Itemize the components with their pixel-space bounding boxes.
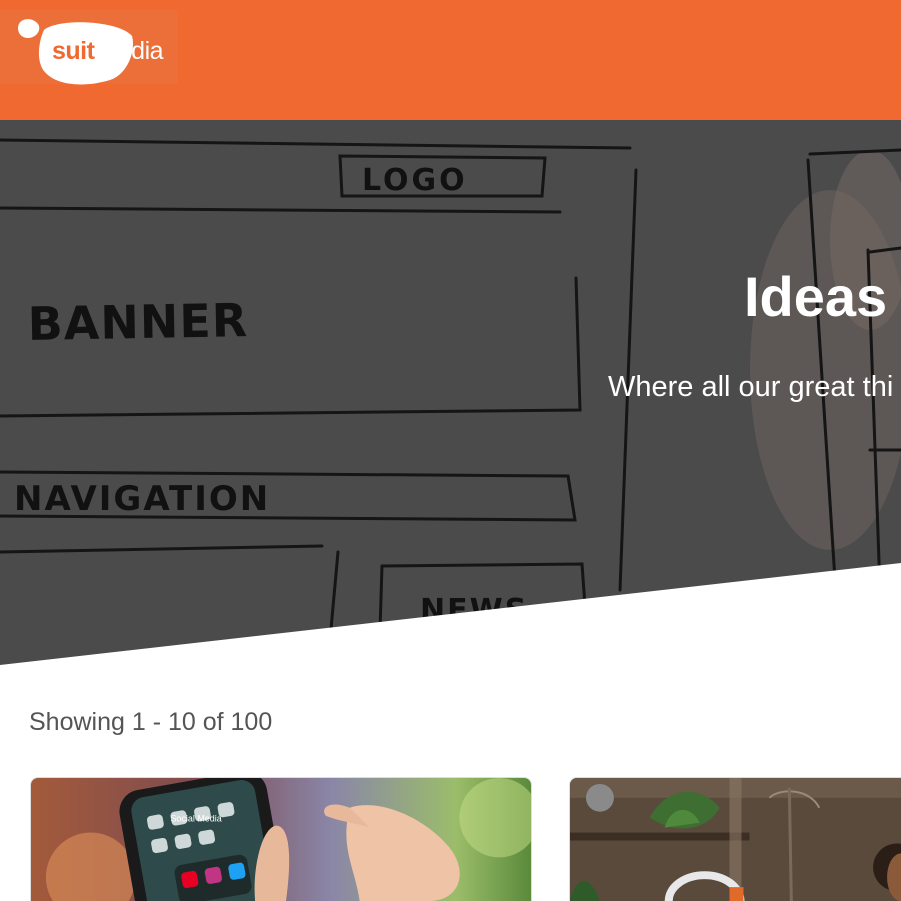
post-card[interactable] — [569, 777, 901, 901]
brand-wordmark: suit media — [52, 36, 164, 66]
post-card[interactable]: Social Media — [30, 777, 532, 901]
brand-secondary: media — [97, 37, 164, 65]
phone-screen-label: Social Media — [170, 814, 221, 824]
hero-banner: LOGO BANNER NAVIGATION NEWS Ideas Where … — [0, 120, 901, 665]
site-header: suit media — [0, 0, 901, 120]
hero-diagonal-divider — [0, 563, 901, 665]
brand-primary: suit — [52, 37, 95, 65]
brand-logo[interactable]: suit media — [0, 10, 178, 85]
post-thumbnail-phone-image: Social Media — [31, 778, 531, 901]
post-thumbnail-ringlight-image — [570, 778, 901, 901]
results-count: Showing 1 - 10 of 100 — [29, 708, 273, 736]
